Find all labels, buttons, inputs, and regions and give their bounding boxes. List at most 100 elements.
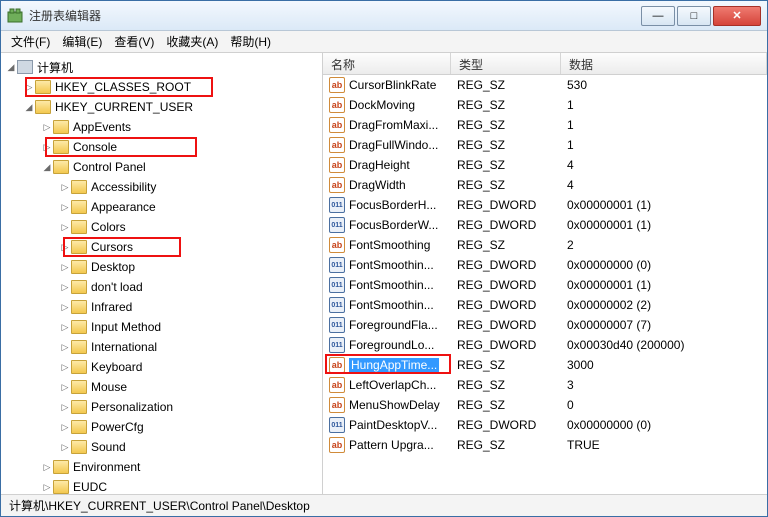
list-row[interactable]: abDockMovingREG_SZ1: [323, 95, 767, 115]
value-type: REG_DWORD: [457, 198, 567, 212]
minimize-button[interactable]: —: [641, 6, 675, 26]
menu-edit[interactable]: 编辑(E): [62, 33, 102, 50]
value-type: REG_SZ: [457, 158, 567, 172]
tree-item-powercfg[interactable]: ▷PowerCfg: [5, 417, 322, 437]
value-name: ForegroundFla...: [349, 318, 457, 332]
tree-expander-icon[interactable]: ▷: [59, 382, 71, 393]
tree-expander-icon[interactable]: ◢: [41, 162, 53, 173]
list-row[interactable]: 011PaintDesktopV...REG_DWORD0x00000000 (…: [323, 415, 767, 435]
tree-expander-icon[interactable]: ▷: [59, 242, 71, 253]
value-data: 0x00000002 (2): [567, 298, 767, 312]
tree-expander-icon[interactable]: ▷: [23, 82, 35, 93]
tree-expander-icon[interactable]: ▷: [41, 482, 53, 493]
folder-icon: [71, 400, 87, 414]
tree-root[interactable]: ◢计算机: [5, 57, 322, 77]
menu-help[interactable]: 帮助(H): [230, 33, 271, 50]
tree-item-accessibility[interactable]: ▷Accessibility: [5, 177, 322, 197]
tree-item-don-t-load[interactable]: ▷don't load: [5, 277, 322, 297]
list-row[interactable]: abMenuShowDelayREG_SZ0: [323, 395, 767, 415]
tree-expander-icon[interactable]: ◢: [23, 102, 35, 113]
menu-favorites[interactable]: 收藏夹(A): [166, 33, 218, 50]
list-pane: 名称 类型 数据 abCursorBlinkRateREG_SZ530abDoc…: [323, 53, 767, 494]
tree-expander-icon[interactable]: ◢: [5, 62, 17, 73]
menu-file[interactable]: 文件(F): [11, 33, 50, 50]
value-data: 530: [567, 78, 767, 92]
list-row[interactable]: 011FocusBorderH...REG_DWORD0x00000001 (1…: [323, 195, 767, 215]
folder-icon: [53, 160, 69, 174]
folder-icon: [71, 360, 87, 374]
list-row[interactable]: 011FontSmoothin...REG_DWORD0x00000000 (0…: [323, 255, 767, 275]
tree-item-desktop[interactable]: ▷Desktop: [5, 257, 322, 277]
col-type[interactable]: 类型: [451, 53, 561, 74]
tree-expander-icon[interactable]: ▷: [59, 442, 71, 453]
tree-item-appevents[interactable]: ▷ AppEvents: [5, 117, 322, 137]
tree-expander-icon[interactable]: ▷: [59, 342, 71, 353]
col-data[interactable]: 数据: [561, 53, 767, 74]
list-body[interactable]: abCursorBlinkRateREG_SZ530abDockMovingRE…: [323, 75, 767, 494]
tree-expander-icon[interactable]: ▷: [59, 222, 71, 233]
tree-expander-icon[interactable]: ▷: [59, 402, 71, 413]
tree-expander-icon[interactable]: ▷: [59, 362, 71, 373]
list-row[interactable]: abHungAppTime...REG_SZ3000: [323, 355, 767, 375]
dword-icon: 011: [329, 297, 345, 313]
tree-expander-icon[interactable]: ▷: [59, 322, 71, 333]
list-row[interactable]: 011ForegroundLo...REG_DWORD0x00030d40 (2…: [323, 335, 767, 355]
tree-item-console[interactable]: ▷Console: [5, 137, 322, 157]
tree-item-keyboard[interactable]: ▷Keyboard: [5, 357, 322, 377]
list-row[interactable]: abDragFromMaxi...REG_SZ1: [323, 115, 767, 135]
tree-item-eudc[interactable]: ▷EUDC: [5, 477, 322, 494]
value-type: REG_SZ: [457, 118, 567, 132]
titlebar[interactable]: 注册表编辑器 — □ ✕: [1, 1, 767, 31]
folder-icon: [35, 80, 51, 94]
tree-item-mouse[interactable]: ▷Mouse: [5, 377, 322, 397]
tree-item-colors[interactable]: ▷Colors: [5, 217, 322, 237]
tree-item-infrared[interactable]: ▷ Infrared: [5, 297, 322, 317]
list-row[interactable]: abDragFullWindo...REG_SZ1: [323, 135, 767, 155]
tree-expander-icon[interactable]: ▷: [59, 262, 71, 273]
value-type: REG_DWORD: [457, 278, 567, 292]
list-row[interactable]: 011FontSmoothin...REG_DWORD0x00000001 (1…: [323, 275, 767, 295]
menu-view[interactable]: 查看(V): [114, 33, 154, 50]
list-row[interactable]: abDragWidthREG_SZ4: [323, 175, 767, 195]
tree-expander-icon[interactable]: ▷: [59, 302, 71, 313]
tree-expander-icon[interactable]: ▷: [41, 462, 53, 473]
list-row[interactable]: 011FontSmoothin...REG_DWORD0x00000002 (2…: [323, 295, 767, 315]
tree-item-label: AppEvents: [73, 120, 131, 134]
tree-expander-icon[interactable]: ▷: [41, 142, 53, 153]
value-data: 0x00030d40 (200000): [567, 338, 767, 352]
tree-hive-hkcu[interactable]: ◢HKEY_CURRENT_USER: [5, 97, 322, 117]
tree-hive-hkcr[interactable]: ▷HKEY_CLASSES_ROOT: [5, 77, 322, 97]
tree-item-label: International: [91, 340, 157, 354]
close-button[interactable]: ✕: [713, 6, 761, 26]
folder-icon: [71, 420, 87, 434]
list-row[interactable]: abPattern Upgra...REG_SZTRUE: [323, 435, 767, 455]
value-type: REG_SZ: [457, 398, 567, 412]
tree-item-cursors[interactable]: ▷Cursors: [5, 237, 322, 257]
list-row[interactable]: abFontSmoothingREG_SZ2: [323, 235, 767, 255]
list-row[interactable]: 011ForegroundFla...REG_DWORD0x00000007 (…: [323, 315, 767, 335]
tree-expander-icon[interactable]: ▷: [59, 282, 71, 293]
tree-expander-icon[interactable]: ▷: [41, 122, 53, 133]
tree-item-personalization[interactable]: ▷Personalization: [5, 397, 322, 417]
maximize-button[interactable]: □: [677, 6, 711, 26]
tree-item-input-method[interactable]: ▷Input Method: [5, 317, 322, 337]
value-data: TRUE: [567, 438, 767, 452]
tree-expander-icon[interactable]: ▷: [59, 422, 71, 433]
tree-item-environment[interactable]: ▷Environment: [5, 457, 322, 477]
tree-item-appearance[interactable]: ▷Appearance: [5, 197, 322, 217]
tree-expander-icon[interactable]: ▷: [59, 202, 71, 213]
tree-pane[interactable]: ◢计算机▷HKEY_CLASSES_ROOT◢HKEY_CURRENT_USER…: [1, 53, 323, 494]
value-type: REG_DWORD: [457, 418, 567, 432]
value-data: 0x00000000 (0): [567, 418, 767, 432]
tree-item-sound[interactable]: ▷Sound: [5, 437, 322, 457]
col-name[interactable]: 名称: [323, 53, 451, 74]
list-row[interactable]: abLeftOverlapCh...REG_SZ3: [323, 375, 767, 395]
folder-icon: [71, 240, 87, 254]
tree-item-control-panel[interactable]: ◢Control Panel: [5, 157, 322, 177]
tree-item-label: Infrared: [91, 300, 132, 314]
list-row[interactable]: 011FocusBorderW...REG_DWORD0x00000001 (1…: [323, 215, 767, 235]
list-row[interactable]: abDragHeightREG_SZ4: [323, 155, 767, 175]
list-row[interactable]: abCursorBlinkRateREG_SZ530: [323, 75, 767, 95]
tree-item-international[interactable]: ▷ International: [5, 337, 322, 357]
tree-expander-icon[interactable]: ▷: [59, 182, 71, 193]
